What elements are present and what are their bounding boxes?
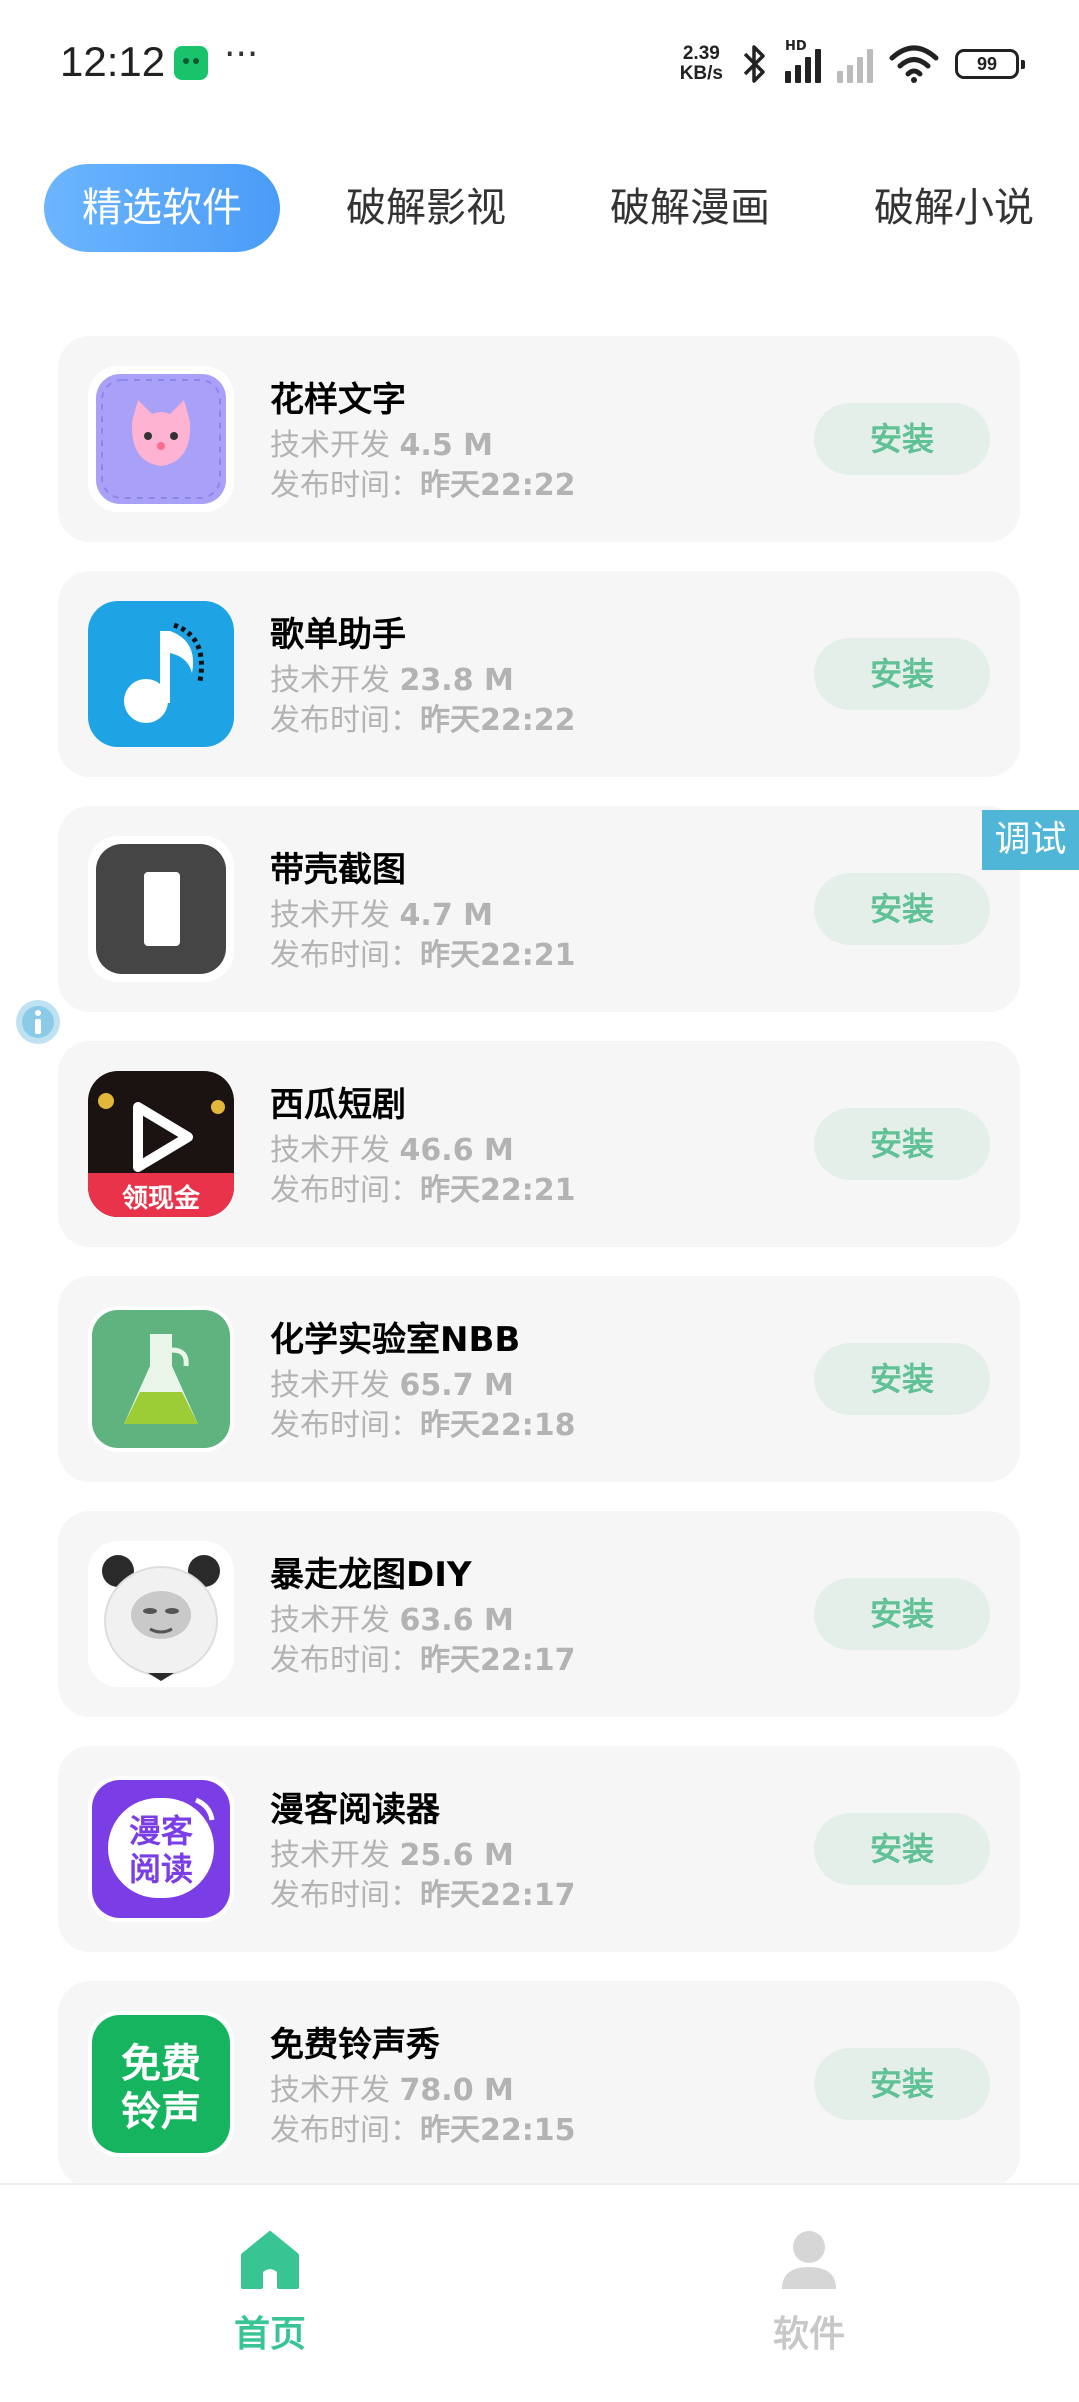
play-cash-icon: 领现金 [88, 1071, 234, 1217]
status-time: 12:12 [60, 38, 166, 85]
pink-cat-icon [88, 366, 234, 512]
nav-home-label: 首页 [233, 2314, 306, 2355]
app-card[interactable]: 歌单助手 技术开发 23.8 M 发布时间：昨天22:22 安装 [58, 571, 1020, 777]
music-note-icon [88, 601, 234, 747]
app-publish-time: 发布时间：昨天22:22 [270, 468, 576, 503]
app-name: 免费铃声秀 [270, 2025, 440, 2065]
app-size: 技术开发 4.5 M [270, 428, 493, 463]
tab-cracked-novels[interactable]: 破解小说 [846, 164, 1062, 252]
app-publish-time: 发布时间：昨天22:17 [270, 1878, 576, 1913]
install-button[interactable]: 安装 [814, 873, 990, 945]
home-icon [241, 2231, 299, 2289]
app-size: 技术开发 63.6 M [270, 1603, 514, 1638]
svg-text:免费: 免费 [121, 2041, 201, 2087]
app-card[interactable]: 暴走龙图DIY 技术开发 63.6 M 发布时间：昨天22:17 安装 [58, 1511, 1020, 1717]
app-card[interactable]: 花样文字 技术开发 4.5 M 发布时间：昨天22:22 安装 [58, 336, 1020, 542]
user-icon [782, 2231, 836, 2289]
app-publish-time: 发布时间：昨天22:21 [270, 1173, 576, 1208]
svg-text:阅读: 阅读 [129, 1850, 193, 1888]
app-publish-time: 发布时间：昨天22:18 [270, 1408, 576, 1443]
panda-meme-icon [88, 1541, 234, 1687]
battery-icon: 99 [955, 49, 1025, 79]
app-size: 技术开发 25.6 M [270, 1838, 514, 1873]
wifi-icon [889, 45, 939, 83]
app-publish-time: 发布时间：昨天22:21 [270, 938, 576, 973]
tab-selected-software[interactable]: 精选软件 [44, 164, 280, 252]
app-name: 带壳截图 [270, 850, 406, 890]
tab-cracked-comics[interactable]: 破解漫画 [582, 164, 798, 252]
signal-off-icon [837, 45, 873, 83]
app-size: 技术开发 65.7 M [270, 1368, 514, 1403]
install-button[interactable]: 安装 [814, 1813, 990, 1885]
app-card[interactable]: 领现金 西瓜短剧 技术开发 46.6 M 发布时间：昨天22:21 安装 [58, 1041, 1020, 1247]
network-speed: 2.39 KB/s [679, 43, 723, 84]
app-card[interactable]: 免费 铃声 免费铃声秀 技术开发 78.0 M 发布时间：昨天22:15 安装 [58, 1981, 1020, 2187]
app-size: 技术开发 78.0 M [270, 2073, 514, 2108]
nav-home[interactable]: 首页 [170, 2225, 370, 2357]
app-name: 化学实验室NBB [270, 1320, 521, 1360]
app-name: 西瓜短剧 [270, 1085, 406, 1125]
app-list: 花样文字 技术开发 4.5 M 发布时间：昨天22:22 安装 歌单助手 技术开… [58, 336, 1020, 2216]
more-notifications-icon: ··· [224, 34, 259, 75]
nav-software-label: 软件 [772, 2314, 845, 2355]
app-size: 技术开发 23.8 M [270, 663, 514, 698]
info-icon[interactable] [14, 998, 62, 1046]
app-name: 暴走龙图DIY [270, 1555, 472, 1595]
app-name: 花样文字 [270, 380, 406, 420]
manke-reader-icon: 漫客 阅读 [88, 1776, 234, 1922]
install-button[interactable]: 安装 [814, 1108, 990, 1180]
install-button[interactable]: 安装 [814, 403, 990, 475]
tab-cracked-video[interactable]: 破解影视 [318, 164, 534, 252]
status-bar: 12:12 ··· 2.39 KB/s HD 99 [0, 0, 1079, 130]
signal-strength-icon: HD [785, 39, 821, 83]
svg-text:漫客: 漫客 [129, 1812, 193, 1850]
phone-frame-icon [88, 836, 234, 982]
category-tabs: 精选软件 破解影视 破解漫画 破解小说 [0, 160, 1079, 256]
svg-text:领现金: 领现金 [122, 1183, 201, 1214]
app-size: 技术开发 46.6 M [270, 1133, 514, 1168]
free-ringtone-icon: 免费 铃声 [88, 2011, 234, 2157]
app-card[interactable]: 化学实验室NBB 技术开发 65.7 M 发布时间：昨天22:18 安装 [58, 1276, 1020, 1482]
debug-button[interactable]: 调试 [982, 810, 1079, 870]
app-size: 技术开发 4.7 M [270, 898, 493, 933]
install-button[interactable]: 安装 [814, 1578, 990, 1650]
app-publish-time: 发布时间：昨天22:17 [270, 1643, 576, 1678]
app-publish-time: 发布时间：昨天22:15 [270, 2113, 576, 2148]
bluetooth-icon [743, 45, 765, 83]
app-publish-time: 发布时间：昨天22:22 [270, 703, 576, 738]
app-card[interactable]: 漫客 阅读 漫客阅读器 技术开发 25.6 M 发布时间：昨天22:17 安装 [58, 1746, 1020, 1952]
app-card[interactable]: 带壳截图 技术开发 4.7 M 发布时间：昨天22:21 安装 [58, 806, 1020, 1012]
app-name: 漫客阅读器 [270, 1790, 440, 1830]
install-button[interactable]: 安装 [814, 1343, 990, 1415]
app-notification-icon [174, 46, 208, 80]
svg-text:铃声: 铃声 [121, 2089, 201, 2135]
nav-software[interactable]: 软件 [709, 2225, 909, 2357]
install-button[interactable]: 安装 [814, 638, 990, 710]
flask-icon [88, 1306, 234, 1452]
bottom-navigation: 首页 软件 [0, 2183, 1079, 2402]
app-name: 歌单助手 [270, 615, 406, 655]
install-button[interactable]: 安装 [814, 2048, 990, 2120]
